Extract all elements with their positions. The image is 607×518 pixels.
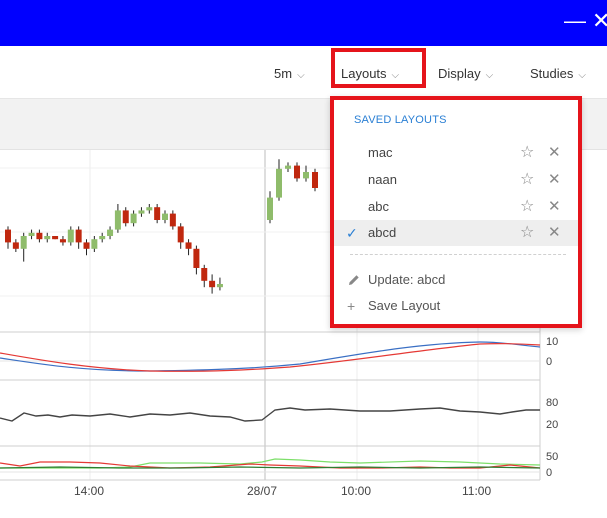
layout-item-label: mac [368,145,393,160]
candle-body [20,236,27,249]
plus-icon: + [347,298,356,314]
candle-body [28,232,35,236]
candle-body [44,236,51,240]
candle-body [294,165,300,179]
candle-body [312,172,318,188]
candle-body [107,229,114,236]
y-axis-label: 50 [546,451,558,463]
save-layout-button[interactable]: + Save Layout [334,294,578,318]
close-icon[interactable]: ✕ [548,194,561,220]
candle-body [67,229,74,243]
display-menu-button[interactable]: Display ⌵ [438,46,493,98]
candle-body [177,226,184,243]
candle-body [276,168,282,198]
candle-body [303,172,309,179]
pencil-icon [347,268,361,292]
candle-body [114,210,121,230]
candle-body [5,229,11,243]
studies-menu-button[interactable]: Studies ⌵ [530,46,586,98]
star-icon[interactable]: ☆ [520,220,534,246]
x-axis-label: 14:00 [74,484,104,498]
close-window-button[interactable]: ✕ [592,6,607,36]
candle-body [154,207,161,220]
candle-body [59,239,66,243]
star-icon[interactable]: ☆ [520,167,534,193]
candle-body [122,210,129,224]
candle-body [285,165,291,169]
update-layout-button[interactable]: Update: abcd [334,268,578,292]
close-icon[interactable]: ✕ [548,140,561,166]
interval-label: 5m [274,66,293,81]
close-icon[interactable]: ✕ [548,167,561,193]
menu-divider [350,254,566,255]
layouts-button-highlight [331,48,426,88]
y-axis-label: 0 [546,356,552,368]
candle-body [52,236,59,240]
layout-item-naan[interactable]: naan ☆ ✕ [334,167,578,193]
candle-body [36,232,43,240]
save-layout-label: Save Layout [368,298,441,313]
checkmark-icon: ✓ [346,225,358,241]
star-icon[interactable]: ☆ [520,194,534,220]
candle-body [91,239,98,249]
star-icon[interactable]: ☆ [520,140,534,166]
y-axis-label: 80 [546,397,558,409]
saved-layouts-header: SAVED LAYOUTS [354,114,447,126]
chevron-down-icon: ⌵ [578,70,586,81]
candle-body [146,207,153,211]
y-axis-label: 10 [546,336,558,348]
candle-body [99,236,106,240]
candle-body [267,197,273,220]
candle-body [185,242,192,249]
window-titlebar: — ✕ [0,0,607,46]
chevron-down-icon: ⌵ [485,70,494,81]
candle-body [162,213,168,220]
indicator-dark-line [0,466,541,469]
candle-body [193,248,200,268]
candle-body [75,229,82,243]
layout-item-mac[interactable]: mac ☆ ✕ [334,140,578,166]
layout-item-label: naan [368,172,397,187]
layout-item-label: abcd [368,225,397,240]
x-axis-label: 10:00 [341,484,371,498]
layout-item-label: abc [368,199,389,214]
candle-body [169,213,176,227]
candle-body [138,210,145,214]
y-axis-label: 20 [546,419,558,431]
layout-item-abcd[interactable]: ✓ abcd ☆ ✕ [334,220,578,246]
candle-body [83,242,90,249]
interval-dropdown[interactable]: 5m ⌵ [274,46,305,98]
chevron-down-icon: ⌵ [297,70,305,81]
candle-body [12,242,19,249]
candle-body [201,268,208,281]
y-axis-label: 0 [546,467,552,479]
close-icon[interactable]: ✕ [548,220,561,246]
layout-item-abc[interactable]: abc ☆ ✕ [334,194,578,220]
update-layout-label: Update: abcd [368,272,446,287]
minimize-button[interactable]: — [564,6,586,36]
layouts-dropdown-menu: SAVED LAYOUTS mac ☆ ✕ naan ☆ ✕ abc ☆ ✕ ✓… [330,96,582,328]
candle-body [130,213,137,224]
x-axis-label: 11:00 [462,484,491,498]
candle-body [209,280,216,288]
display-label: Display [438,66,481,81]
studies-label: Studies [530,66,574,81]
chart-toolbar: 5m ⌵ Layouts ⌵ Display ⌵ Studies ⌵ [0,46,607,99]
candle-body [216,284,223,288]
x-axis-label: 28/07 [247,484,277,498]
